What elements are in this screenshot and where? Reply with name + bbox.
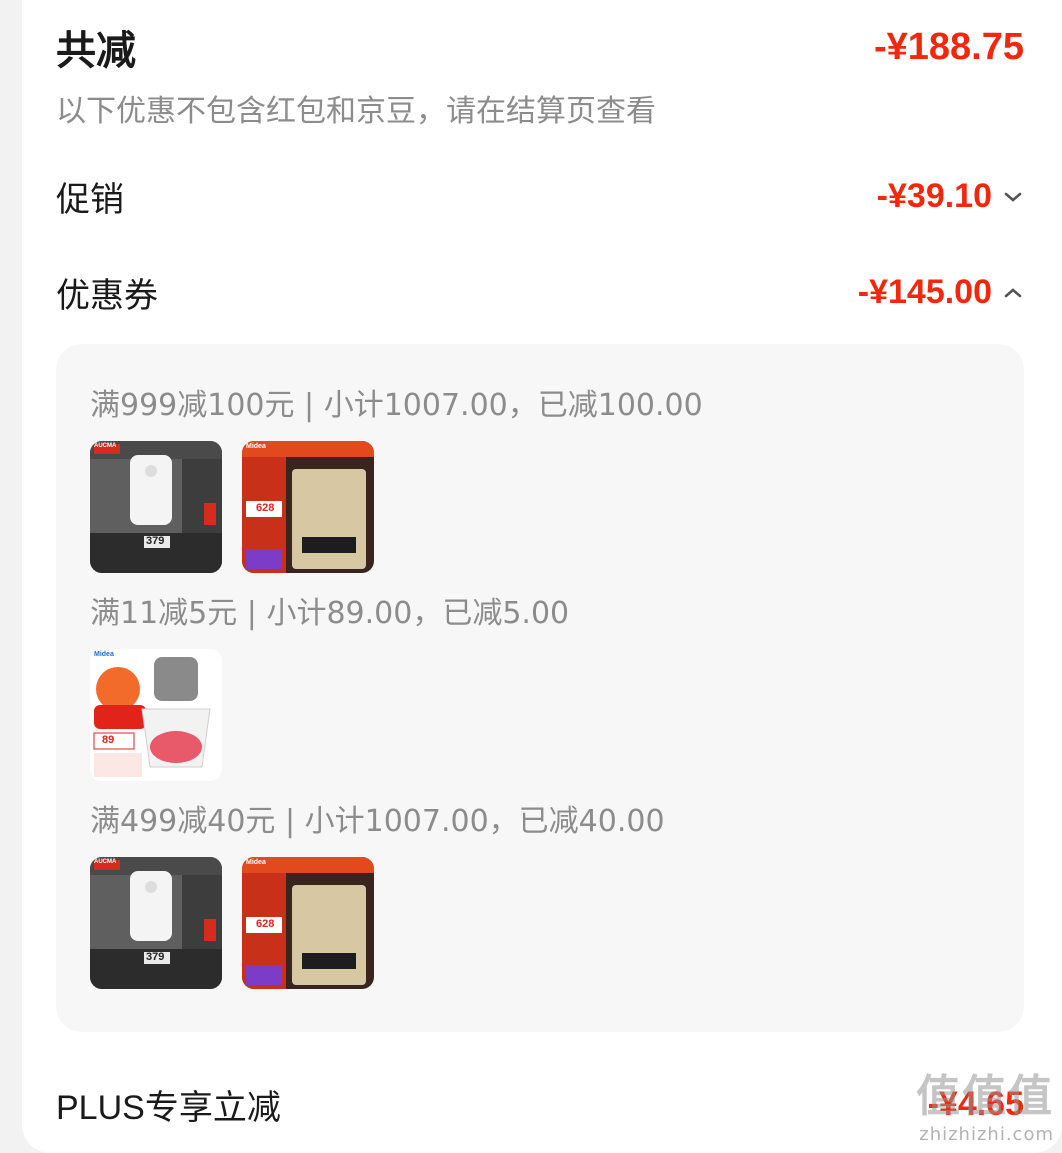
product-brand: AUCMA <box>94 859 117 865</box>
discount-note: 以下优惠不包含红包和京豆，请在结算页查看 <box>56 94 656 129</box>
meat-grinder-image <box>90 649 222 781</box>
chevron-down-icon[interactable] <box>1002 186 1024 208</box>
promotion-amount-wrap: -¥39.10 <box>877 177 1024 216</box>
promotion-amount: -¥39.10 <box>876 177 992 215</box>
coupon-amount-wrap: -¥145.00 <box>858 273 1024 312</box>
product-thumb-water-heater-small[interactable]: 379 AUCMA <box>90 441 222 573</box>
watermark-logo: 值值值 <box>916 1071 1054 1122</box>
coupon-amount: -¥145.00 <box>857 273 992 311</box>
product-thumb-gas-water-heater[interactable]: 628 Midea <box>242 441 374 573</box>
product-thumb-gas-water-heater[interactable]: 628 Midea <box>242 857 374 989</box>
watermark: 值值值 zhizhizhi.com <box>916 1060 1054 1145</box>
product-brand: Midea <box>246 859 266 866</box>
coupon-group-text: 满499减40元 | 小计1007.00，已减40.00 <box>90 804 665 839</box>
plus-discount-row: PLUS专享立减 -¥4.65 <box>56 1080 1024 1129</box>
watermark-url: zhizhizhi.com <box>919 1124 1054 1145</box>
product-brand: AUCMA <box>94 443 117 449</box>
total-discount-amount: -¥188.75 <box>873 25 1024 68</box>
product-price: 89 <box>102 734 115 746</box>
plus-discount-label: PLUS专享立减 <box>56 1089 281 1127</box>
coupon-group-text: 满11减5元 | 小计89.00，已减5.00 <box>90 596 570 631</box>
chevron-up-icon[interactable] <box>1002 282 1024 304</box>
water-heater-image <box>90 441 222 573</box>
product-thumb-water-heater-small[interactable]: 379 AUCMA <box>90 857 222 989</box>
water-heater-image <box>90 857 222 989</box>
promotion-label: 促销 <box>56 180 124 220</box>
coupon-label: 优惠券 <box>56 276 158 316</box>
total-discount-row: 共减 -¥188.75 <box>56 18 1024 76</box>
coupon-detail-panel: 满999减100元 | 小计1007.00，已减100.00 379 AUCMA… <box>56 344 1024 1032</box>
product-thumb-meat-grinder[interactable]: 89 Midea <box>90 649 222 781</box>
promotion-row[interactable]: 促销 -¥39.10 <box>56 172 1024 221</box>
product-price: 628 <box>256 502 275 514</box>
product-price: 628 <box>256 918 275 930</box>
total-discount-title: 共减 <box>56 28 136 74</box>
product-brand: Midea <box>246 443 266 450</box>
product-price: 379 <box>146 951 165 963</box>
coupon-group-text: 满999减100元 | 小计1007.00，已减100.00 <box>90 388 703 423</box>
product-price: 379 <box>146 535 165 547</box>
coupon-row[interactable]: 优惠券 -¥145.00 <box>56 268 1024 317</box>
product-brand: Midea <box>94 651 114 658</box>
